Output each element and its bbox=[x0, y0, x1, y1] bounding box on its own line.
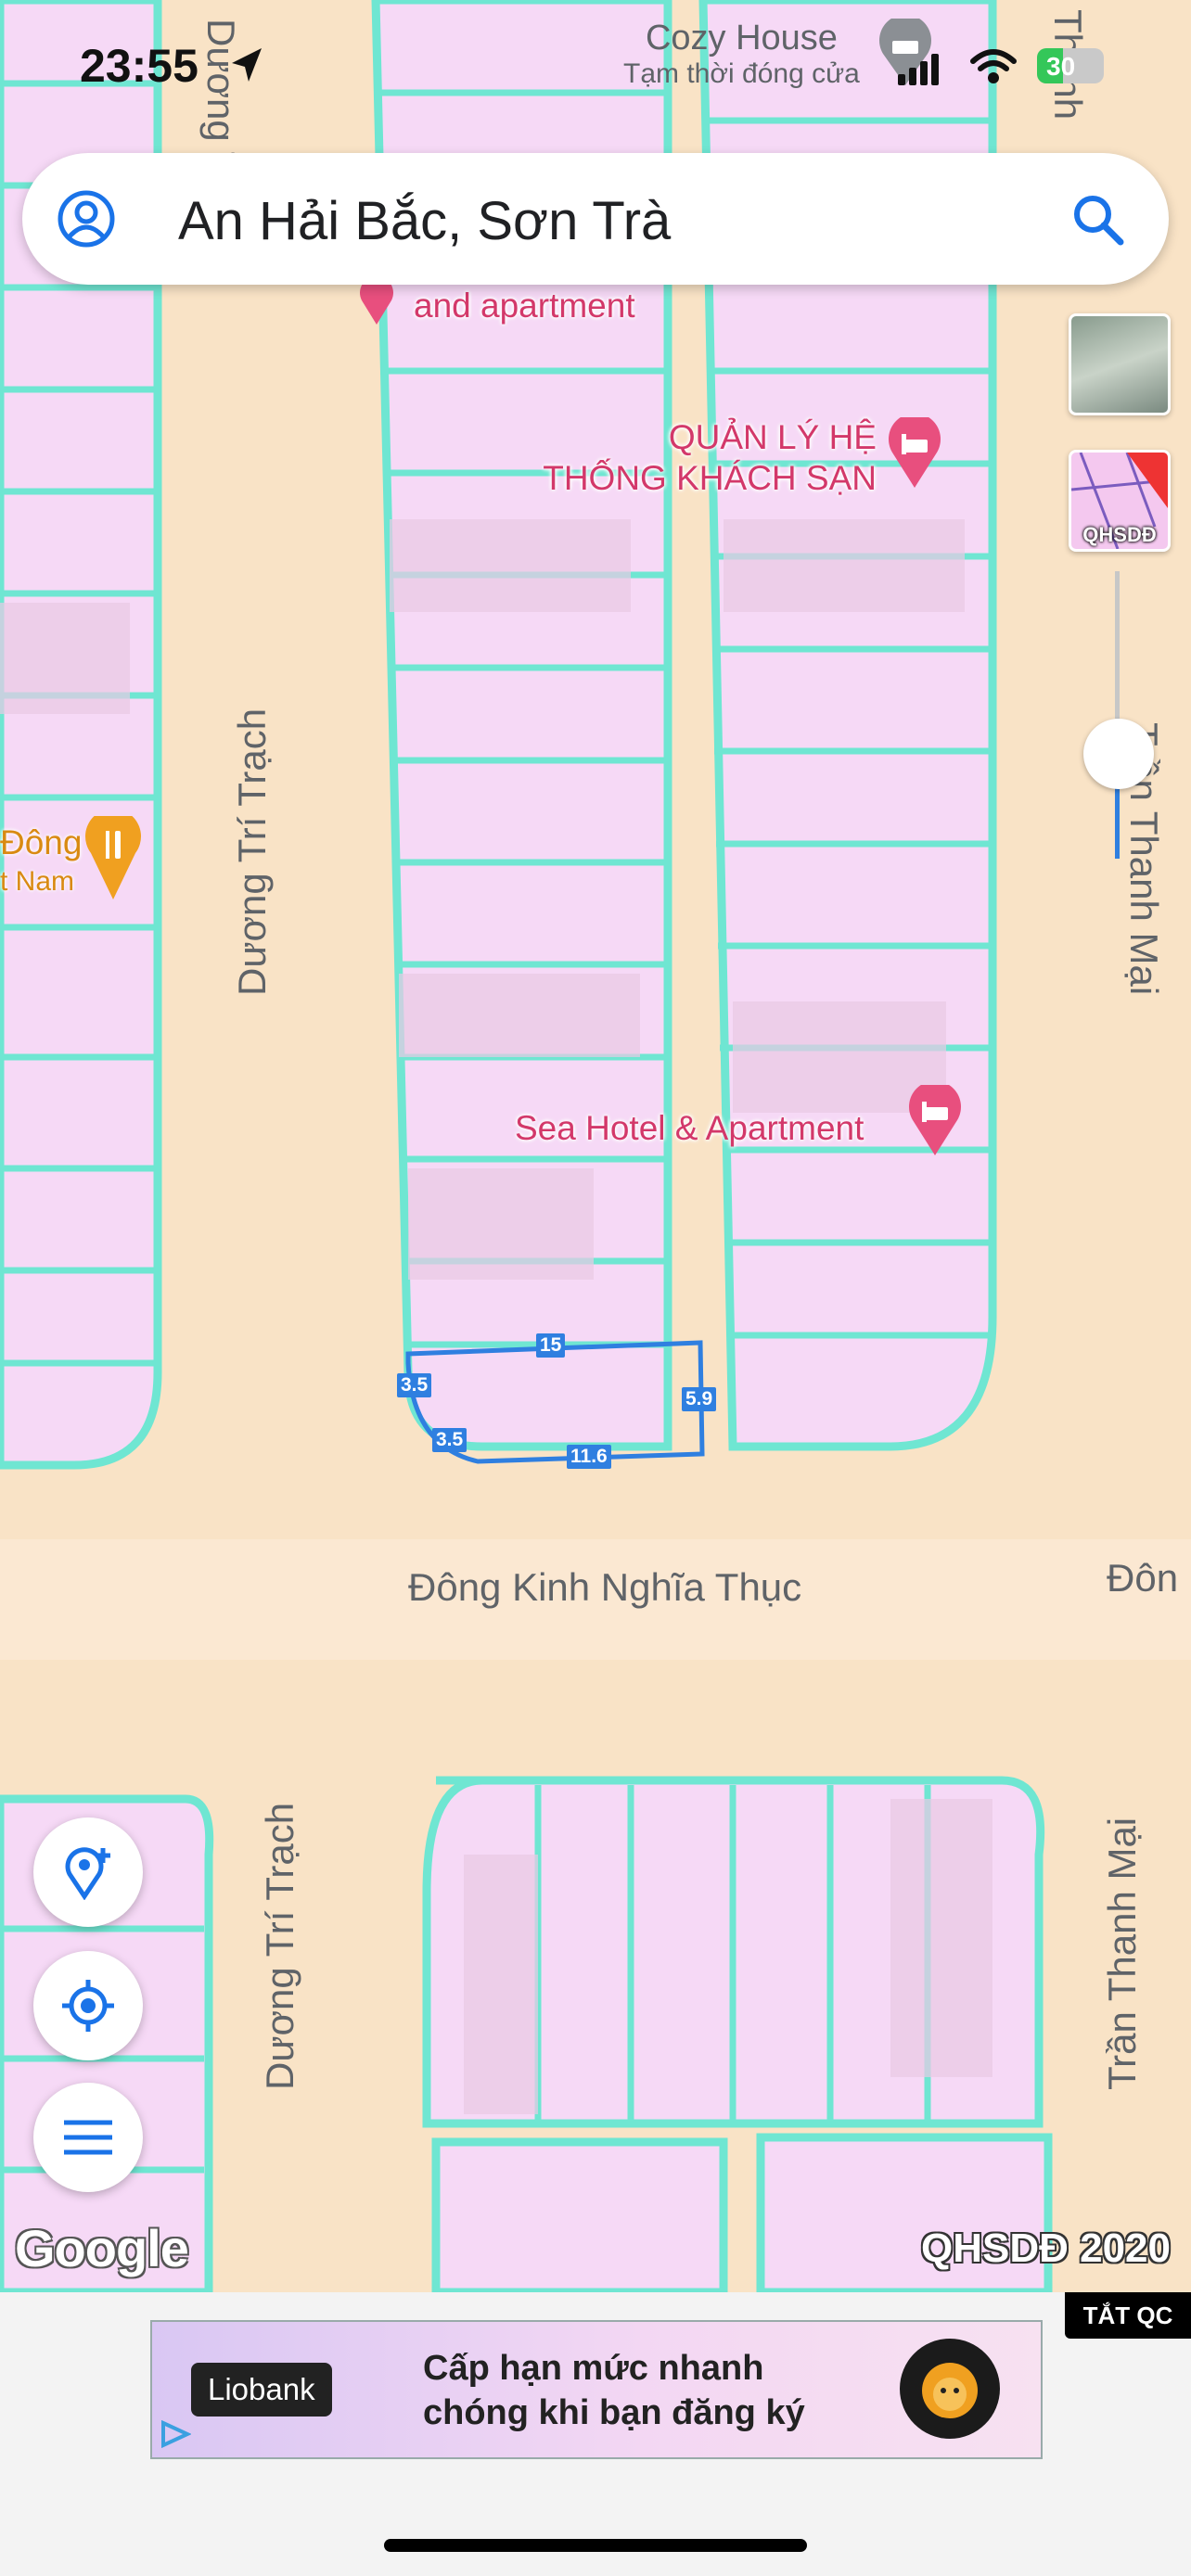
hotel-pin-icon[interactable] bbox=[905, 1085, 965, 1157]
qhsdd-watermark: QHSDĐ 2020 bbox=[920, 2225, 1171, 2271]
poi-hotel-management-line2: THỐNG KHÁCH SẠN bbox=[543, 459, 877, 497]
measure-bottom: 11.6 bbox=[567, 1445, 611, 1469]
ad-banner[interactable]: Liobank Cấp hạn mức nhanh chóng khi bạn … bbox=[150, 2320, 1043, 2459]
street-duong-tri-trach-bottom[interactable]: Dương Trí Trạch bbox=[258, 1803, 302, 2090]
add-location-icon bbox=[65, 1847, 110, 1900]
signal-icon bbox=[898, 54, 939, 85]
overlay-place[interactable]: Cozy House Tạm thời đóng cửa bbox=[623, 19, 860, 90]
poi-apartment-label[interactable]: and apartment bbox=[414, 286, 635, 326]
ad-text-line1: Cấp hạn mức nhanh bbox=[423, 2349, 764, 2388]
poi-sea-hotel[interactable]: Sea Hotel & Apartment bbox=[515, 1108, 864, 1149]
satellite-layer-button[interactable] bbox=[1069, 313, 1171, 415]
ad-brand: Liobank bbox=[191, 2363, 332, 2417]
overlay-place-name: Cozy House bbox=[645, 19, 838, 57]
opacity-slider-thumb[interactable] bbox=[1083, 719, 1154, 789]
search-bar[interactable]: An Hải Bắc, Sơn Trà bbox=[22, 153, 1169, 285]
ad-logo bbox=[900, 2339, 1000, 2439]
street-tran-thanh-mai-bottom[interactable]: Trần Thanh Mại bbox=[1100, 1817, 1145, 2090]
home-indicator[interactable] bbox=[384, 2539, 807, 2552]
search-icon[interactable] bbox=[1070, 192, 1126, 248]
poi-hotel-management-line1: QUẢN LÝ HỆ bbox=[668, 418, 877, 456]
lion-logo-icon bbox=[922, 2363, 978, 2418]
battery-percent: 30 bbox=[1046, 52, 1076, 81]
ad-text: Cấp hạn mức nhanh chóng khi bạn đăng ký bbox=[423, 2346, 805, 2435]
my-location-button[interactable] bbox=[33, 1951, 143, 2060]
google-logo: Google bbox=[15, 2219, 189, 2277]
poi-hotel-management[interactable]: QUẢN LÝ HỆ THỐNG KHÁCH SẠN bbox=[515, 417, 877, 499]
status-time: 23:55 bbox=[80, 40, 198, 92]
qhsdd-layer-label: QHSDĐ bbox=[1082, 523, 1157, 546]
wifi-icon bbox=[970, 49, 1017, 83]
overlay-place-status: Tạm thời đóng cửa bbox=[623, 58, 860, 89]
street-duong-tri-trach-top[interactable]: Dương Trí Trạch bbox=[230, 708, 275, 996]
opacity-slider-track[interactable] bbox=[1115, 571, 1120, 859]
measure-left-lower: 3.5 bbox=[432, 1428, 467, 1452]
add-location-button[interactable] bbox=[33, 1817, 143, 1927]
search-query[interactable]: An Hải Bắc, Sơn Trà bbox=[178, 190, 671, 252]
measure-left-upper: 3.5 bbox=[397, 1373, 432, 1397]
restaurant-pin-icon[interactable] bbox=[83, 816, 143, 901]
dismiss-ad-button[interactable]: TẮT QC bbox=[1065, 2292, 1191, 2339]
hotel-pin-icon[interactable] bbox=[885, 417, 944, 490]
ad-text-line2: chóng khi bạn đăng ký bbox=[423, 2393, 805, 2432]
battery-icon: 30 bbox=[1037, 48, 1104, 83]
poi-restaurant-line2: t Nam bbox=[0, 866, 75, 897]
status-bar: 23:55 Cozy House Tạm thời đóng cửa 30 bbox=[0, 0, 1191, 130]
street-dong-partial[interactable]: Đôn bbox=[1107, 1556, 1178, 1600]
menu-button[interactable] bbox=[33, 2083, 143, 2192]
measure-top: 15 bbox=[536, 1333, 566, 1358]
profile-icon[interactable] bbox=[58, 190, 115, 248]
map-view[interactable]: 15 5.9 3.5 3.5 11.6 Đông Kinh Nghĩa Thục… bbox=[0, 0, 1191, 2292]
menu-icon bbox=[64, 2120, 112, 2155]
hotel-pin-icon[interactable] bbox=[356, 278, 397, 326]
ad-play-icon[interactable] bbox=[160, 2420, 191, 2448]
my-location-icon bbox=[62, 1980, 114, 2032]
measure-right: 5.9 bbox=[682, 1387, 717, 1411]
qhsdd-layer-button[interactable]: QHSDĐ bbox=[1069, 450, 1171, 552]
poi-restaurant-line1: Đông bbox=[0, 823, 83, 861]
navigation-arrow-icon bbox=[232, 48, 262, 82]
street-dong-kinh-nghia-thuc[interactable]: Đông Kinh Nghĩa Thục bbox=[408, 1565, 801, 1610]
poi-restaurant[interactable]: Đông t Nam bbox=[0, 823, 82, 901]
